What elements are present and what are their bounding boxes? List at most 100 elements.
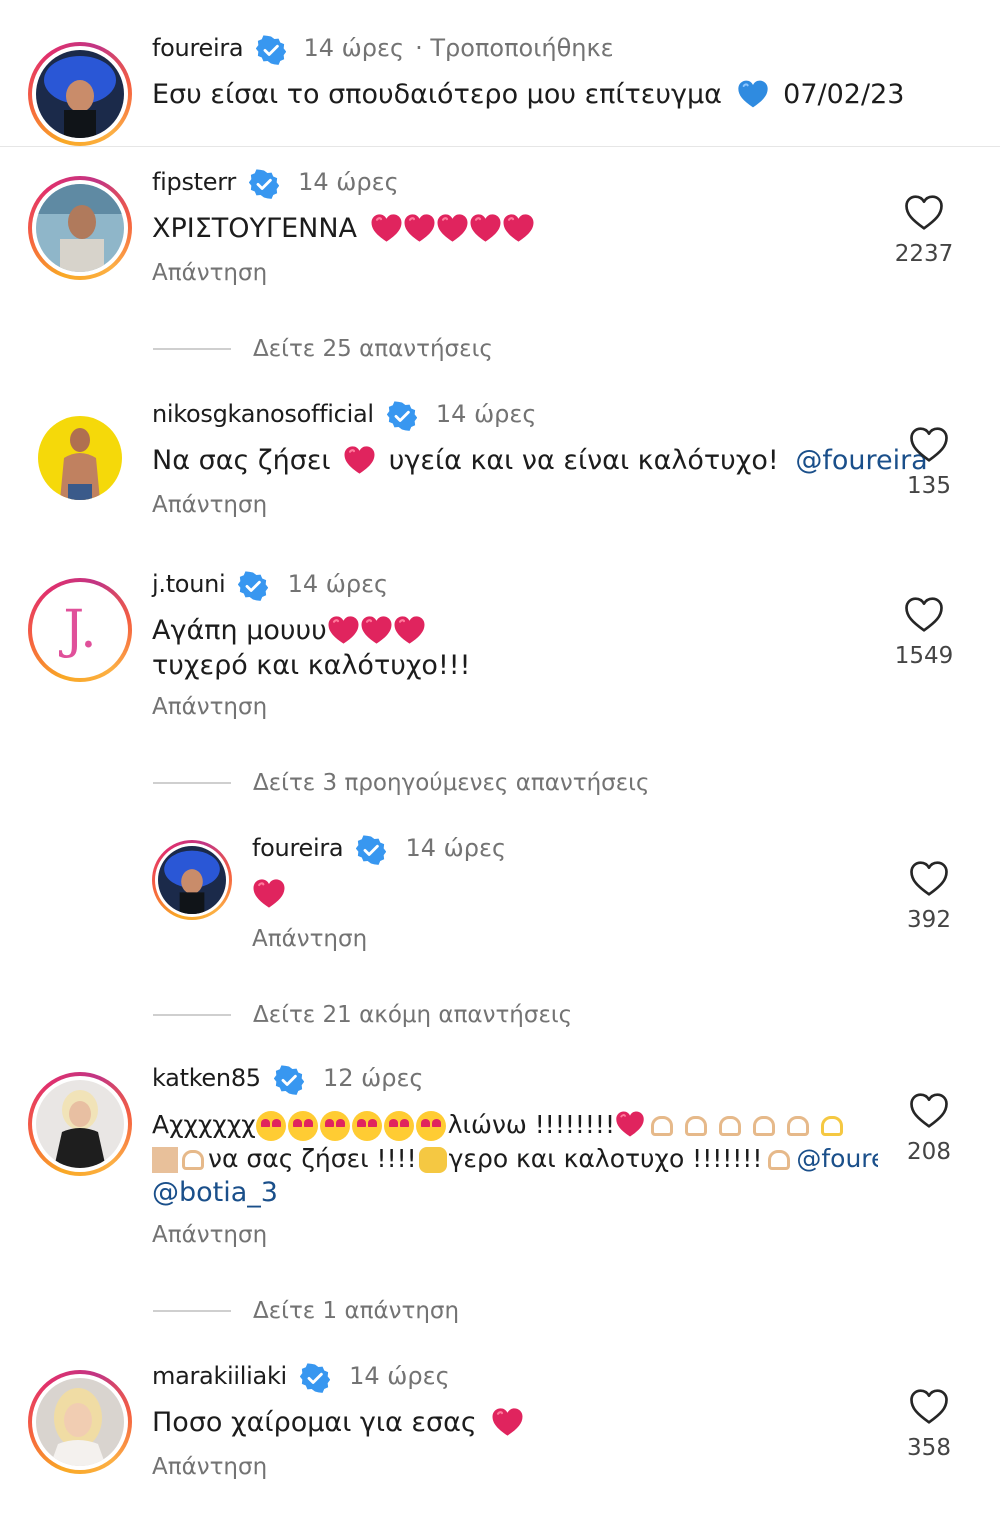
mention-link[interactable]: @botia_3 <box>152 1177 278 1208</box>
comment-header: katken85 12 ώρες <box>152 1064 424 1099</box>
heart-hands-emoji <box>786 1116 809 1136</box>
heart-eyes-emoji <box>415 1111 446 1141</box>
comment-text: Αγάπη μουυυ τυχερό και καλότυχο!!! <box>152 614 470 683</box>
thread-line <box>153 1310 231 1312</box>
red-heart-emoji <box>436 213 469 243</box>
like-button[interactable]: 1549 <box>884 596 964 669</box>
avatar-ring[interactable] <box>152 840 232 920</box>
heart-hands-emoji <box>684 1116 707 1136</box>
avatar-ring[interactable] <box>28 1370 132 1474</box>
red-heart-emoji <box>491 1407 524 1437</box>
view-previous-replies-button[interactable]: Δείτε 3 προηγούμενες απαντήσεις <box>153 770 649 796</box>
reply-button[interactable]: Απάντηση <box>252 926 367 952</box>
comment-header: fipsterr 14 ώρες <box>152 168 399 203</box>
comment-body-line2: να σας ζήσει !!!! <box>208 1144 417 1173</box>
red-heart-emoji <box>343 445 376 475</box>
like-button[interactable]: 392 <box>889 860 969 933</box>
avatar[interactable] <box>38 416 122 500</box>
username[interactable]: nikosgkanosofficial <box>152 400 374 428</box>
heart-eyes-emojis <box>255 1110 448 1141</box>
heart-outline-icon[interactable] <box>904 596 944 633</box>
heart-hands-emojis <box>645 1110 849 1139</box>
like-count: 208 <box>907 1139 951 1165</box>
comment-header: marakiiliaki 14 ώρες <box>152 1362 450 1397</box>
comment-header: foureira 14 ώρες <box>252 834 506 869</box>
red-heart-emoji <box>403 213 436 243</box>
red-heart-emoji <box>327 615 360 645</box>
like-count: 1549 <box>894 643 954 669</box>
username[interactable]: marakiiliaki <box>152 1362 287 1390</box>
reply-button[interactable]: Απάντηση <box>152 694 267 720</box>
comment-body-line2-cont: γερο και καλοτυχο !!!!!!! <box>448 1144 763 1173</box>
timestamp: 14 ώρες <box>349 1362 450 1390</box>
like-count: 135 <box>907 473 951 499</box>
username[interactable]: katken85 <box>152 1064 261 1092</box>
comment-text: ΧΡΙΣΤΟΥΓΕΝΝΑ <box>152 212 535 247</box>
heart-outline-icon[interactable] <box>909 860 949 897</box>
caption-body: Εσυ είσαι το σπουδαιότερο μου επίτευγμα <box>152 79 722 110</box>
like-button[interactable]: 2237 <box>884 194 964 267</box>
like-count: 358 <box>907 1435 951 1461</box>
red-heart-emoji <box>502 213 535 243</box>
mention-link[interactable]: @foureii <box>796 1144 878 1173</box>
username[interactable]: fipsterr <box>152 168 236 196</box>
reply-button[interactable]: Απάντηση <box>152 260 267 286</box>
avatar-ring[interactable] <box>28 1072 132 1176</box>
comment-text: Ποσο χαίρομαι για εσας <box>152 1406 524 1441</box>
verified-badge-icon <box>274 1065 304 1095</box>
heart-hands-emoji <box>768 1150 791 1170</box>
heart-hands-emoji <box>820 1116 843 1136</box>
comment-text <box>252 878 286 913</box>
heart-outline-icon[interactable] <box>904 194 944 231</box>
view-replies-label[interactable]: Δείτε 25 απαντήσεις <box>253 336 493 362</box>
red-heart-emoji <box>393 615 426 645</box>
heart-hands-emoji <box>752 1116 775 1136</box>
comment-body-cont: λιώνω !!!!!!!! <box>447 1110 615 1139</box>
red-heart-emojis <box>370 213 535 244</box>
caption-date: 07/02/23 <box>783 79 905 110</box>
heart-eyes-emoji <box>383 1111 414 1141</box>
view-replies-label[interactable]: Δείτε 1 απάντηση <box>253 1298 459 1324</box>
avatar <box>158 846 226 914</box>
timestamp: 14 ώρες <box>405 834 507 862</box>
thread-line <box>153 348 231 350</box>
heart-outline-icon[interactable] <box>909 426 949 463</box>
avatar-image <box>38 416 122 500</box>
comment-body-cont: υγεία και να είναι καλότυχο! <box>388 445 779 476</box>
avatar-ring[interactable] <box>28 176 132 280</box>
heart-eyes-emoji <box>287 1111 318 1141</box>
reply-button[interactable]: Απάντηση <box>152 1222 267 1248</box>
avatar: J. <box>36 586 124 674</box>
comment-header: j.touni 14 ώρες <box>152 570 388 605</box>
like-button[interactable]: 358 <box>889 1388 969 1461</box>
verified-badge-icon <box>300 1363 330 1393</box>
view-replies-button[interactable]: Δείτε 1 απάντηση <box>153 1298 459 1324</box>
avatar <box>36 184 124 272</box>
heart-eyes-emoji <box>255 1111 286 1141</box>
heart-eyes-emoji <box>351 1111 382 1141</box>
reply-button[interactable]: Απάντηση <box>152 492 267 518</box>
view-replies-label[interactable]: Δείτε 21 ακόμη απαντήσεις <box>253 1002 572 1028</box>
raised-hands-emoji <box>418 1147 447 1173</box>
heart-hands-emoji <box>718 1116 741 1136</box>
avatar <box>36 1378 124 1466</box>
comment-body: Αχχχχχχ <box>152 1110 256 1139</box>
avatar-ring[interactable] <box>28 42 132 146</box>
reply-button[interactable]: Απάντηση <box>152 1454 267 1480</box>
red-heart-emoji <box>360 615 393 645</box>
heart-outline-icon[interactable] <box>909 1388 949 1425</box>
username[interactable]: foureira <box>252 834 344 862</box>
avatar-ring[interactable]: J. <box>28 578 132 682</box>
like-count: 2237 <box>894 241 954 267</box>
username[interactable]: foureira <box>152 34 244 62</box>
username[interactable]: j.touni <box>152 570 226 598</box>
view-replies-button[interactable]: Δείτε 25 απαντήσεις <box>153 336 493 362</box>
red-heart-emoji <box>469 213 502 243</box>
like-button[interactable]: 135 <box>889 426 969 499</box>
comment-body-line2: τυχερό και καλότυχο!!! <box>152 649 471 681</box>
heart-outline-icon[interactable] <box>909 1092 949 1129</box>
like-button[interactable]: 208 <box>889 1092 969 1165</box>
view-more-replies-button[interactable]: Δείτε 21 ακόμη απαντήσεις <box>153 1002 572 1028</box>
heart-eyes-emoji <box>319 1111 350 1141</box>
view-replies-label[interactable]: Δείτε 3 προηγούμενες απαντήσεις <box>253 770 649 796</box>
